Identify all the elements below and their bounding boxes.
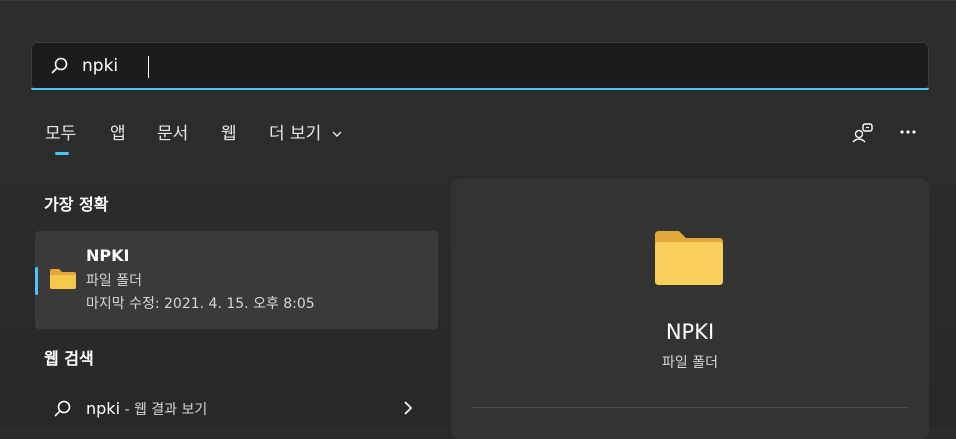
result-type: 파일 폴더: [86, 273, 142, 289]
tab-web[interactable]: 웹: [221, 119, 237, 144]
result-name: NPKI: [86, 246, 130, 265]
text-caret: [148, 56, 149, 78]
tab-all[interactable]: 모두: [45, 119, 76, 155]
tab-apps[interactable]: 앱: [110, 119, 126, 144]
best-match-result[interactable]: NPKI 파일 폴더 마지막 수정: 2021. 4. 15. 오후 8:05: [35, 231, 438, 329]
chevron-down-icon: [332, 131, 342, 137]
best-match-heading: 가장 정확: [44, 195, 109, 214]
web-search-text: npki - 웹 결과 보기: [86, 399, 207, 419]
search-input[interactable]: [82, 53, 882, 79]
folder-icon: [50, 269, 76, 289]
chevron-right-icon[interactable]: [401, 399, 415, 417]
selection-indicator: [35, 267, 38, 295]
preview-name: NPKI: [665, 320, 715, 344]
web-search-heading: 웹 검색: [44, 349, 94, 368]
folder-icon: [655, 231, 723, 285]
web-search-suffix: - 웹 결과 보기: [120, 402, 208, 418]
search-box[interactable]: [31, 42, 929, 90]
tab-more-label: 더 보기: [269, 124, 322, 144]
preview-pane: NPKI 파일 폴더: [451, 179, 929, 439]
preview-divider: [471, 407, 909, 408]
search-icon: [54, 400, 71, 417]
search-panel: 모두 앱 문서 웹 더 보기 가장 정확 NPKI 파일 폴더 마지막 수정: …: [0, 0, 956, 439]
tab-documents[interactable]: 문서: [157, 119, 188, 144]
more-options-icon[interactable]: [896, 121, 922, 145]
preview-type: 파일 폴더: [662, 355, 718, 371]
search-icon: [51, 57, 68, 74]
tab-more[interactable]: 더 보기: [269, 119, 343, 144]
result-modified-date: 마지막 수정: 2021. 4. 15. 오후 8:05: [86, 296, 315, 312]
web-search-term: npki: [86, 399, 121, 418]
web-search-result[interactable]: npki - 웹 결과 보기: [35, 393, 438, 427]
account-switch-icon[interactable]: [851, 121, 877, 145]
